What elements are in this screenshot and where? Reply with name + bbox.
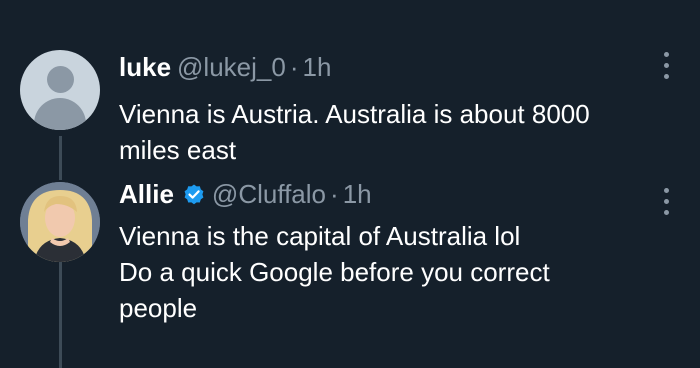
separator-dot: · <box>330 179 339 209</box>
thread-connector-line <box>59 136 62 180</box>
tweet-text: Vienna is Austria. Australia is about 80… <box>119 96 689 168</box>
more-options-icon[interactable] <box>660 52 672 86</box>
timestamp[interactable]: 1h <box>343 179 372 209</box>
tweet-text-line: Do a quick Google before you correct <box>119 257 550 287</box>
avatar[interactable] <box>20 50 100 130</box>
profile-photo <box>20 182 100 262</box>
separator-dot: · <box>289 52 299 82</box>
tweet-header: luke @lukej_0 · 1h <box>119 51 331 83</box>
verified-badge-icon <box>182 183 206 207</box>
tweet-text-line: people <box>119 293 198 323</box>
thread-connector-line-lower <box>59 262 62 368</box>
tweet-header: Allie @Cluffalo · 1h <box>119 178 372 210</box>
avatar[interactable] <box>20 182 100 262</box>
display-name[interactable]: Allie <box>119 179 174 209</box>
more-options-icon[interactable] <box>660 188 672 222</box>
timestamp[interactable]: 1h <box>303 52 332 82</box>
display-name[interactable]: luke <box>119 52 171 82</box>
tweet-text: Vienna is the capital of Australia lol D… <box>119 218 689 326</box>
tweet-text-line: Vienna is Austria. Australia is about 80… <box>119 99 590 129</box>
user-handle[interactable]: @Cluffalo <box>212 179 326 209</box>
default-profile-icon <box>47 66 74 93</box>
tweet-text-line: miles east <box>119 135 237 165</box>
user-handle[interactable]: @lukej_0 <box>177 52 286 82</box>
tweet-text-line: Vienna is the capital of Australia lol <box>119 221 521 251</box>
